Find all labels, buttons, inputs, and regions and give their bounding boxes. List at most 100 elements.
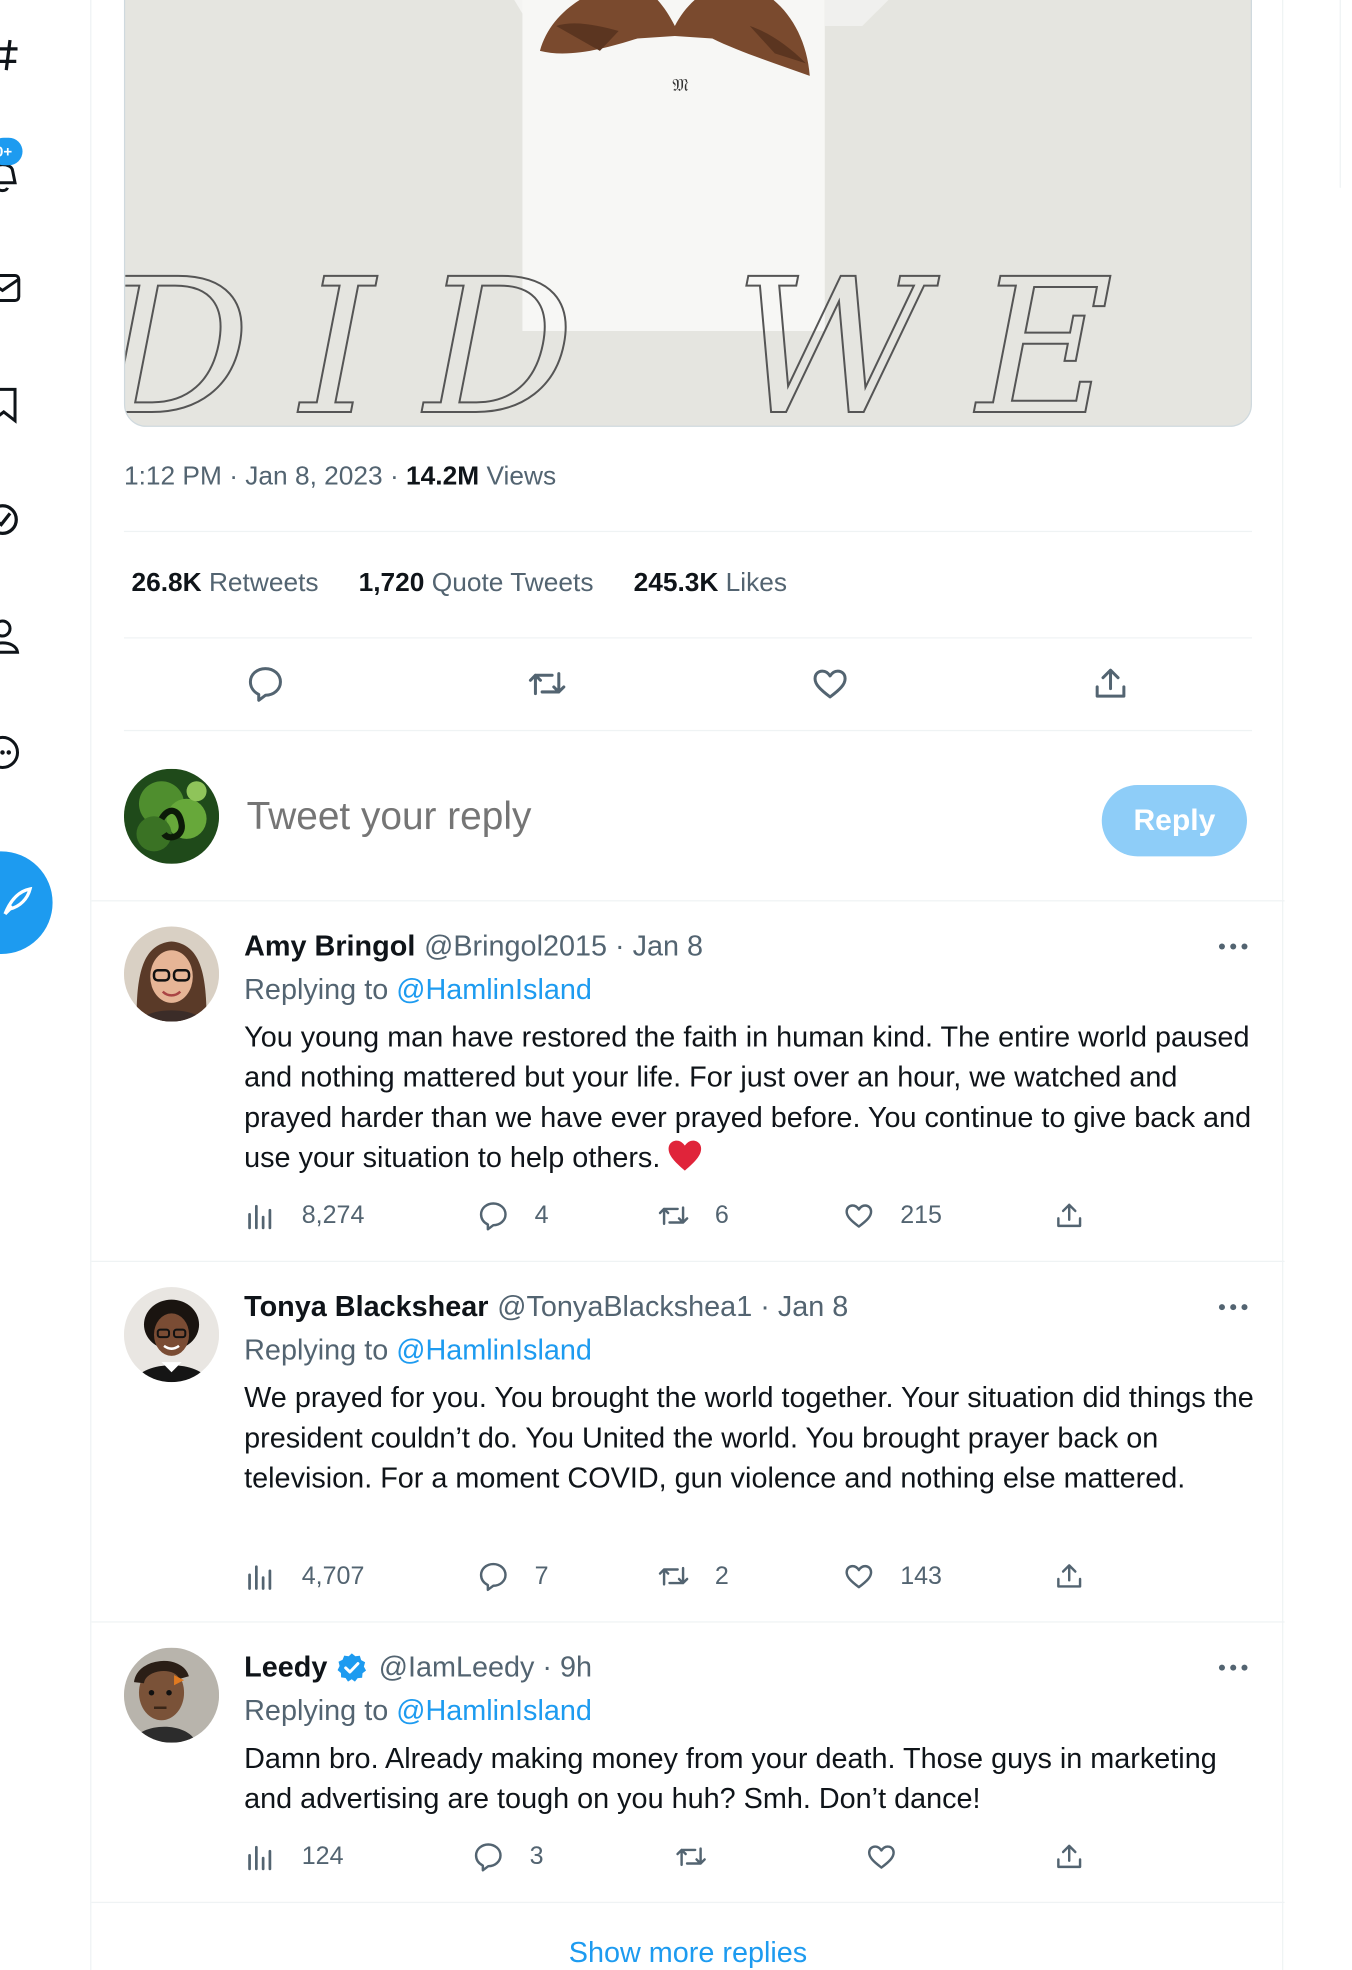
reply-count: 4: [534, 1201, 549, 1229]
views-count: 124: [301, 1842, 344, 1870]
bookmarks-icon[interactable]: [0, 384, 23, 424]
retweet-button[interactable]: 2: [657, 1560, 729, 1593]
author-handle[interactable]: @TonyaBlackshea1: [497, 1290, 752, 1324]
more-icon[interactable]: [0, 732, 23, 772]
reply-submit-button[interactable]: Reply: [1101, 785, 1247, 857]
reply-header: Leedy @IamLeedy · 9h: [244, 1650, 593, 1684]
like-icon: [813, 669, 847, 699]
reply-button[interactable]: 7: [477, 1560, 549, 1593]
twitter-blue-icon[interactable]: [0, 500, 23, 540]
retweet-button[interactable]: [675, 1840, 733, 1873]
views-button[interactable]: 4,707: [244, 1560, 364, 1593]
author-name[interactable]: Amy Bringol: [244, 929, 415, 963]
avatar[interactable]: [123, 768, 220, 864]
avatar[interactable]: [123, 1647, 220, 1743]
reply-button[interactable]: 4: [477, 1199, 549, 1232]
tweet-time[interactable]: 1:12 PM: [124, 462, 222, 491]
reply-actions: 8,274 4 6 215: [244, 1199, 1120, 1244]
author-handle[interactable]: @Bringol2015: [424, 929, 607, 963]
compose-icon: [3, 886, 33, 916]
reply-time[interactable]: 9h: [560, 1650, 592, 1684]
reply-actions: 4,707 7 2 143: [244, 1560, 1120, 1605]
like-icon: [845, 1204, 873, 1228]
more-options-icon[interactable]: [1214, 1655, 1252, 1680]
reply-header: Amy Bringol @Bringol2015 · Jan 8: [244, 928, 704, 963]
tweet-media-image[interactable]: 𝔐 DID WE WIN: [123, 0, 1252, 427]
reply-time[interactable]: Jan 8: [778, 1290, 848, 1324]
retweet-icon: [528, 672, 566, 696]
share-button[interactable]: [1053, 1840, 1111, 1873]
replying-to: Replying to @HamlinIsland: [244, 1693, 592, 1727]
retweets-stat[interactable]: 26.8K Retweets: [131, 568, 318, 598]
reply-tweet[interactable]: Leedy @IamLeedy · 9h Replying to @Hamlin…: [91, 1623, 1285, 1904]
more-options-icon[interactable]: [1214, 934, 1252, 959]
reply-text: We prayed for you. You brought the world…: [244, 1380, 1254, 1494]
views-label: Views: [486, 461, 557, 491]
replying-to: Replying to @HamlinIsland: [244, 972, 592, 1006]
nav-rail: 0+: [0, 0, 90, 1970]
red-heart-emoji-icon: [669, 1140, 702, 1171]
svg-text:𝔐: 𝔐: [672, 76, 688, 96]
messages-icon[interactable]: [0, 268, 23, 308]
like-button[interactable]: [805, 659, 855, 709]
quote-tweets-stat[interactable]: 1,720 Quote Tweets: [359, 568, 594, 598]
verified-icon: [338, 1652, 367, 1682]
replying-to-link[interactable]: @HamlinIsland: [396, 1333, 592, 1366]
author-handle[interactable]: @IamLeedy: [379, 1650, 535, 1684]
tweet-stats: 26.8K Retweets 1,720 Quote Tweets 245.3K…: [131, 568, 787, 598]
retweet-icon: [676, 1847, 706, 1867]
author-name[interactable]: Tonya Blackshear: [244, 1290, 488, 1324]
reply-tweet[interactable]: Amy Bringol @Bringol2015 · Jan 8 Replyin…: [91, 901, 1285, 1263]
retweet-count: 6: [714, 1201, 729, 1229]
like-count: 143: [900, 1561, 942, 1590]
views-icon: [248, 1204, 272, 1230]
tweet-actions: [124, 659, 1252, 709]
avatar[interactable]: [123, 1287, 220, 1383]
views-count: 8,274: [301, 1201, 365, 1229]
author-name[interactable]: Leedy: [244, 1650, 327, 1684]
retweet-button[interactable]: [522, 659, 572, 709]
main-column: 𝔐 DID WE WIN 1:12 PM · Jan 8, 2023 · 14.…: [90, 0, 1285, 1970]
likes-stat[interactable]: 245.3K Likes: [634, 568, 787, 598]
more-options-icon[interactable]: [1214, 1295, 1252, 1320]
right-sidebar-edge: [1339, 0, 1352, 188]
reply-actions: 124 3: [244, 1840, 1120, 1885]
share-button[interactable]: [1053, 1560, 1111, 1593]
reply-icon: [479, 1202, 507, 1231]
replying-to-link[interactable]: @HamlinIsland: [396, 973, 592, 1006]
views-icon: [248, 1845, 272, 1871]
like-button[interactable]: [865, 1840, 923, 1873]
like-button[interactable]: 215: [843, 1199, 942, 1232]
show-more-replies-link[interactable]: Show more replies: [91, 1903, 1284, 1970]
like-icon: [845, 1564, 873, 1589]
compose-tweet-button[interactable]: [0, 851, 53, 955]
reply-text: Damn bro. Already making money from your…: [244, 1741, 1217, 1815]
retweet-icon: [658, 1206, 689, 1226]
replying-to-link[interactable]: @HamlinIsland: [396, 1694, 592, 1727]
reply-tweet[interactable]: Tonya Blackshear @TonyaBlackshea1 · Jan …: [91, 1262, 1285, 1623]
reply-button[interactable]: [240, 659, 290, 709]
reply-icon: [474, 1843, 502, 1872]
replying-to: Replying to @HamlinIsland: [244, 1333, 592, 1366]
tweet-date[interactable]: Jan 8, 2023: [245, 462, 382, 491]
divider: [123, 530, 1252, 533]
like-button[interactable]: 143: [843, 1560, 942, 1593]
reply-icon: [248, 667, 282, 702]
views-button[interactable]: 8,274: [244, 1199, 364, 1232]
views-icon: [248, 1565, 272, 1590]
hashtag-icon[interactable]: [0, 35, 23, 75]
profile-icon[interactable]: [0, 616, 23, 656]
avatar[interactable]: [123, 926, 220, 1022]
retweet-button[interactable]: 6: [657, 1199, 729, 1232]
share-button[interactable]: [1085, 659, 1135, 709]
reply-button[interactable]: 3: [472, 1840, 544, 1873]
share-button[interactable]: [1053, 1199, 1111, 1232]
views-count: 4,707: [301, 1561, 365, 1590]
share-icon: [1057, 1844, 1082, 1869]
reply-time[interactable]: Jan 8: [633, 929, 703, 963]
divider: [123, 729, 1252, 732]
retweet-count: 2: [714, 1561, 729, 1590]
views-button[interactable]: 124: [244, 1840, 344, 1873]
reply-input[interactable]: [246, 793, 998, 839]
reply-count: 3: [529, 1842, 544, 1870]
